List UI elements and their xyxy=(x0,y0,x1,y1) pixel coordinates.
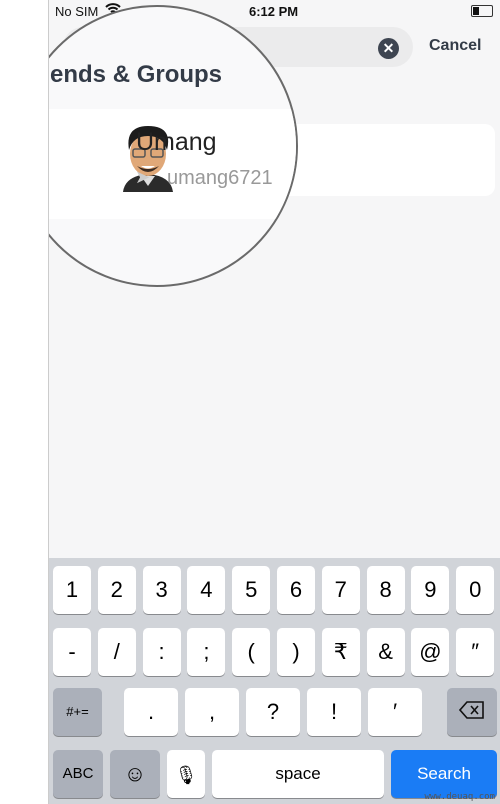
key[interactable]: ( xyxy=(232,628,271,676)
clock: 6:12 PM xyxy=(249,4,299,19)
microphone-icon: 🎙 xyxy=(174,765,198,785)
key[interactable]: 9 xyxy=(411,566,450,614)
keyboard: #+= ABC ☺ 🎙 space Search www.deuaq.com 1… xyxy=(49,558,500,804)
key[interactable]: . xyxy=(124,688,178,736)
emoji-key[interactable]: ☺ xyxy=(110,750,160,798)
key[interactable]: 1 xyxy=(53,566,91,614)
key[interactable]: : xyxy=(142,628,181,676)
key[interactable]: 0 xyxy=(456,566,495,614)
key[interactable]: - xyxy=(53,628,91,676)
watermark: www.deuaq.com xyxy=(424,792,495,802)
send-arrow-icon: ➤ xyxy=(135,167,151,187)
x-circle-icon[interactable]: ✕ xyxy=(378,38,399,59)
carrier: No SIM xyxy=(55,4,99,19)
battery-icon xyxy=(471,5,493,17)
result-card[interactable] xyxy=(269,124,495,196)
key[interactable]: ! xyxy=(307,688,361,736)
key[interactable]: ′ xyxy=(368,688,422,736)
key[interactable]: 5 xyxy=(232,566,271,614)
friend-username: umang6721 xyxy=(167,167,273,189)
key[interactable]: 6 xyxy=(277,566,315,614)
key[interactable]: ? xyxy=(246,688,300,736)
key[interactable]: ″ xyxy=(456,628,495,676)
key[interactable]: & xyxy=(366,628,405,676)
key[interactable]: , xyxy=(185,688,239,736)
symbols-key[interactable]: #+= xyxy=(53,688,102,736)
dictation-key[interactable]: 🎙 xyxy=(167,750,205,798)
key[interactable]: 8 xyxy=(366,566,405,614)
key[interactable]: 7 xyxy=(321,566,360,614)
key[interactable]: @ xyxy=(411,628,450,676)
key[interactable]: ; xyxy=(187,628,226,676)
backspace-key[interactable] xyxy=(447,688,497,736)
phone-screen: No SIM 6:12 PM ✕ Cancel riends & Groups … xyxy=(48,0,500,804)
key[interactable]: / xyxy=(97,628,136,676)
search-key[interactable]: Search xyxy=(391,750,497,798)
friend-name: Umang xyxy=(136,128,217,156)
cancel-button[interactable]: Cancel xyxy=(429,37,481,55)
section-title: riends & Groups xyxy=(48,61,223,88)
space-key[interactable]: space xyxy=(212,750,384,798)
key[interactable]: 4 xyxy=(187,566,226,614)
key[interactable]: ) xyxy=(277,628,315,676)
key[interactable]: 3 xyxy=(142,566,181,614)
key[interactable]: 2 xyxy=(97,566,136,614)
abc-key[interactable]: ABC xyxy=(53,750,103,798)
backspace-icon xyxy=(458,701,484,719)
emoji-icon: ☺ xyxy=(123,761,147,786)
key[interactable]: ₹ xyxy=(321,628,360,676)
